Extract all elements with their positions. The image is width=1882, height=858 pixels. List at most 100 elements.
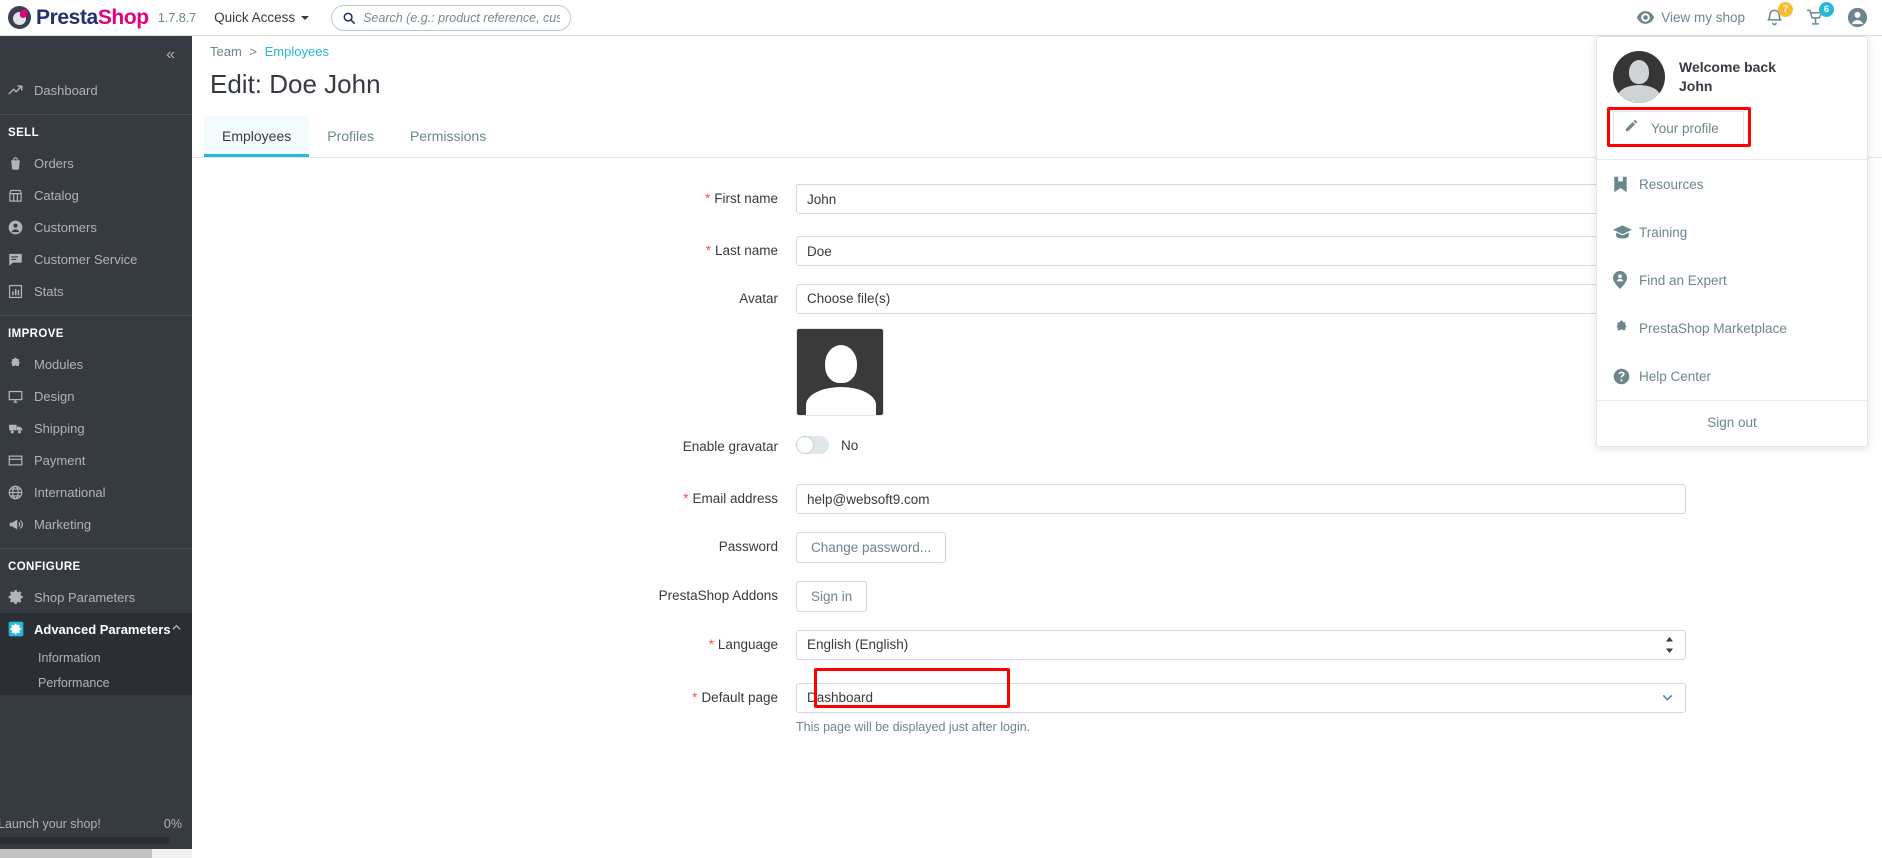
sidebar-section-improve: IMPROVE bbox=[8, 328, 64, 340]
sign-out-button[interactable]: Sign out bbox=[1597, 401, 1867, 446]
cart-badge: 6 bbox=[1819, 2, 1834, 17]
sidebar-item-catalog[interactable]: Catalog bbox=[0, 179, 192, 211]
select-updown-arrow-icon bbox=[1665, 637, 1674, 655]
global-search[interactable] bbox=[331, 4, 572, 31]
chevron-up-icon bbox=[171, 622, 182, 636]
search-icon bbox=[342, 11, 356, 25]
sidebar-item-shipping[interactable]: Shipping bbox=[0, 412, 192, 444]
quick-access-menu[interactable]: Quick Access bbox=[214, 10, 310, 25]
enable-gravatar-toggle[interactable] bbox=[796, 436, 829, 454]
field-password: Password Change password... bbox=[192, 532, 1882, 563]
prestashop-logo-text: PrestaShop bbox=[36, 6, 149, 30]
collapse-sidebar-button[interactable]: « bbox=[166, 46, 175, 64]
chevron-down-icon bbox=[1661, 691, 1674, 709]
menu-item-label: Resources bbox=[1639, 176, 1704, 192]
menu-item-training[interactable]: Training bbox=[1597, 208, 1867, 256]
menu-item-help-center[interactable]: Help Center bbox=[1597, 352, 1867, 400]
user-profile-dropdown: Welcome back John Your profile Resources… bbox=[1596, 36, 1868, 447]
sidebar-item-payment[interactable]: Payment bbox=[0, 444, 192, 476]
launch-shop-percent: 0% bbox=[163, 817, 182, 831]
sidebar-subitem-information[interactable]: Information bbox=[0, 645, 192, 670]
last-name-input[interactable] bbox=[796, 236, 1686, 266]
chevron-down-icon bbox=[301, 15, 310, 20]
default-page-helper-text: This page will be displayed just after l… bbox=[796, 720, 1031, 734]
sidebar-item-advanced-parameters[interactable]: Advanced Parameters bbox=[0, 613, 192, 645]
breadcrumb-separator: > bbox=[249, 44, 258, 59]
field-language: * Language English (English) bbox=[192, 630, 1882, 660]
sidebar-item-label: Modules bbox=[34, 356, 84, 372]
addons-sign-in-button[interactable]: Sign in bbox=[796, 581, 868, 612]
language-select[interactable]: English (English) bbox=[796, 630, 1686, 660]
avatar-label: Avatar bbox=[739, 291, 778, 306]
view-my-shop-link[interactable]: View my shop bbox=[1637, 10, 1745, 25]
launch-shop-progressbar bbox=[0, 837, 170, 844]
cart-notifications-button[interactable]: 6 bbox=[1806, 2, 1834, 27]
first-name-input[interactable] bbox=[796, 184, 1686, 214]
menu-item-find-an-expert[interactable]: Find an Expert bbox=[1597, 256, 1867, 304]
default-page-label: * Default page bbox=[192, 683, 796, 713]
sidebar-item-label: Orders bbox=[34, 155, 74, 171]
launch-shop-label: Launch your shop! bbox=[0, 817, 101, 831]
scrollbar-thumb[interactable] bbox=[0, 849, 152, 858]
tab-profiles[interactable]: Profiles bbox=[309, 116, 392, 157]
tab-employees[interactable]: Employees bbox=[204, 116, 310, 157]
user-account-button[interactable] bbox=[1847, 7, 1868, 28]
quick-access-label: Quick Access bbox=[214, 10, 296, 25]
email-address-input[interactable] bbox=[796, 484, 1686, 514]
enable-gravatar-state: No bbox=[841, 437, 859, 453]
logo-text-presta: Presta bbox=[36, 5, 98, 29]
toggle-knob bbox=[797, 437, 813, 453]
eye-icon bbox=[1637, 11, 1655, 24]
main-sidebar: « Dashboard SELL Orders Catalog Customer… bbox=[0, 36, 192, 858]
sidebar-horizontal-scrollbar[interactable] bbox=[0, 849, 192, 858]
sidebar-subitem-label: Performance bbox=[38, 675, 110, 690]
sidebar-item-customers[interactable]: Customers bbox=[0, 211, 192, 243]
map-pin-person-icon bbox=[1613, 271, 1639, 289]
version-label: 1.7.8.7 bbox=[157, 10, 197, 25]
sidebar-item-customer-service[interactable]: Customer Service bbox=[0, 243, 192, 275]
notifications-button[interactable]: 7 bbox=[1765, 2, 1793, 27]
sidebar-subitem-performance[interactable]: Performance bbox=[0, 670, 192, 695]
breadcrumb-current[interactable]: Employees bbox=[265, 44, 329, 59]
sidebar-item-label: Dashboard bbox=[34, 82, 98, 98]
sidebar-item-dashboard[interactable]: Dashboard bbox=[0, 74, 192, 106]
prestashop-logo[interactable]: PrestaShop 1.7.8.7 bbox=[0, 6, 196, 30]
tab-permissions[interactable]: Permissions bbox=[392, 116, 504, 157]
first-name-label: * First name bbox=[192, 184, 796, 214]
globe-icon bbox=[8, 485, 30, 500]
sidebar-item-design[interactable]: Design bbox=[0, 380, 192, 412]
breadcrumb-parent: Team bbox=[210, 44, 242, 59]
search-input[interactable] bbox=[363, 10, 561, 25]
pencil-icon bbox=[1624, 118, 1639, 138]
change-password-button[interactable]: Change password... bbox=[796, 532, 947, 563]
sidebar-item-international[interactable]: International bbox=[0, 476, 192, 508]
menu-item-label: Find an Expert bbox=[1639, 272, 1727, 288]
sidebar-collapse-row: « bbox=[0, 36, 192, 74]
default-page-select[interactable]: Dashboard bbox=[796, 683, 1686, 713]
menu-item-resources[interactable]: Resources bbox=[1597, 160, 1867, 208]
your-profile-label: Your profile bbox=[1651, 120, 1719, 136]
bar-chart-icon bbox=[8, 284, 30, 299]
sidebar-item-modules[interactable]: Modules bbox=[0, 348, 192, 380]
sidebar-item-label: Shipping bbox=[34, 420, 85, 436]
sidebar-item-marketing[interactable]: Marketing bbox=[0, 508, 192, 540]
sidebar-item-stats[interactable]: Stats bbox=[0, 275, 192, 307]
puzzle-icon bbox=[8, 356, 30, 372]
sidebar-item-orders[interactable]: Orders bbox=[0, 147, 192, 179]
your-profile-button[interactable]: Your profile bbox=[1613, 111, 1744, 145]
launch-shop-row: Launch your shop! 0% bbox=[0, 817, 182, 831]
menu-item-prestashop-marketplace[interactable]: PrestaShop Marketplace bbox=[1597, 304, 1867, 352]
store-icon bbox=[8, 188, 30, 203]
launch-shop-progress[interactable]: Launch your shop! 0% bbox=[0, 817, 192, 844]
logo-text-shop: Shop bbox=[97, 5, 149, 29]
avatar-file-input[interactable]: Choose file(s) bbox=[796, 284, 1686, 314]
field-default-page: * Default page Dashboard This page will b… bbox=[192, 683, 1882, 734]
sidebar-item-label: Stats bbox=[34, 283, 64, 299]
bookmark-icon bbox=[1613, 176, 1639, 193]
your-profile-row: Your profile bbox=[1597, 107, 1867, 159]
sidebar-item-label: Advanced Parameters bbox=[34, 621, 171, 637]
required-asterisk: * bbox=[708, 637, 714, 652]
menu-item-label: PrestaShop Marketplace bbox=[1639, 320, 1787, 336]
welcome-message: Welcome back John bbox=[1679, 58, 1776, 96]
sidebar-item-shop-parameters[interactable]: Shop Parameters bbox=[0, 581, 192, 613]
